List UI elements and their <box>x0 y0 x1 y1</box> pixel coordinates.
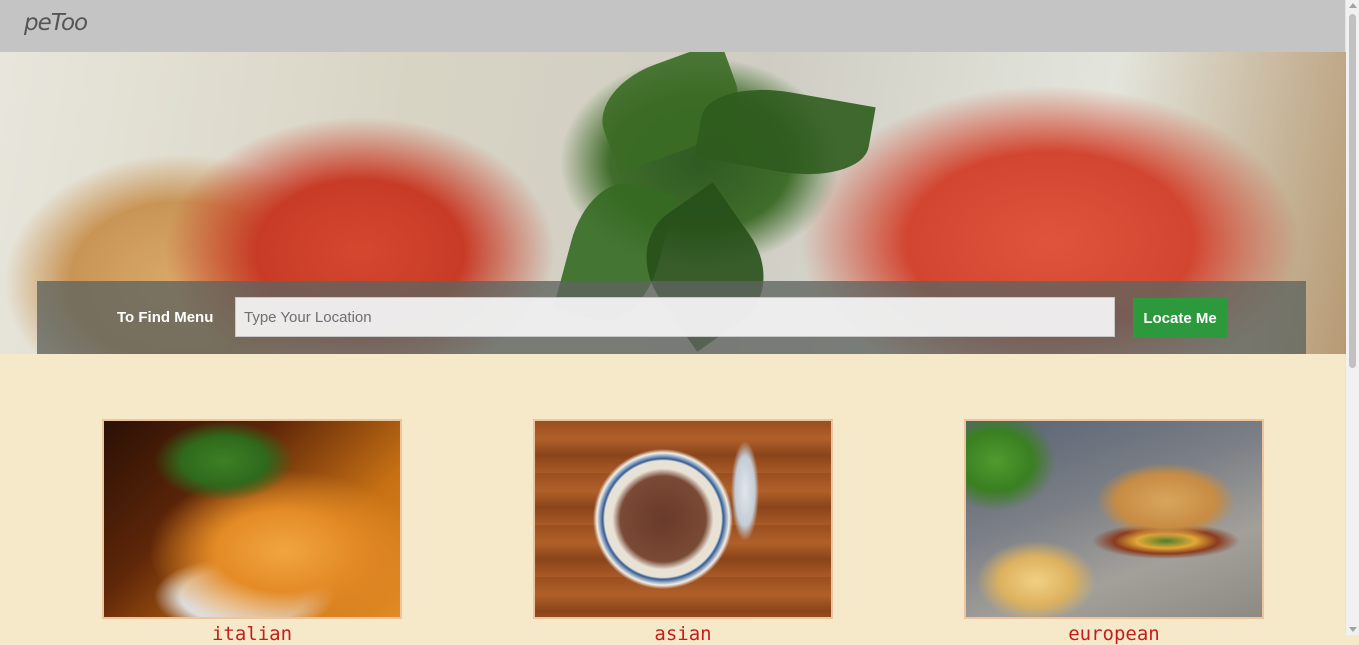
cuisine-label[interactable]: asian <box>533 623 833 645</box>
cuisine-label[interactable]: european <box>964 623 1264 645</box>
cuisine-card-european[interactable]: european <box>964 419 1264 645</box>
location-search-bar: To Find Menu Locate Me <box>37 281 1306 354</box>
scroll-thumb[interactable] <box>1349 14 1356 368</box>
italian-food-image[interactable] <box>102 419 402 619</box>
brand-logo[interactable]: peToo <box>24 10 88 36</box>
location-input[interactable] <box>235 297 1115 337</box>
scroll-down-arrow-icon[interactable] <box>1349 627 1357 632</box>
cuisine-card-italian[interactable]: italian <box>102 419 402 645</box>
top-navbar: peToo <box>0 0 1346 52</box>
cuisine-label[interactable]: italian <box>102 623 402 645</box>
scroll-up-arrow-icon[interactable] <box>1349 3 1357 8</box>
european-food-image[interactable] <box>964 419 1264 619</box>
cuisine-card-asian[interactable]: asian <box>533 419 833 645</box>
page-scrollbar[interactable] <box>1345 0 1359 635</box>
search-label: To Find Menu <box>117 309 214 326</box>
locate-me-button[interactable]: Locate Me <box>1133 298 1227 338</box>
asian-food-image[interactable] <box>533 419 833 619</box>
